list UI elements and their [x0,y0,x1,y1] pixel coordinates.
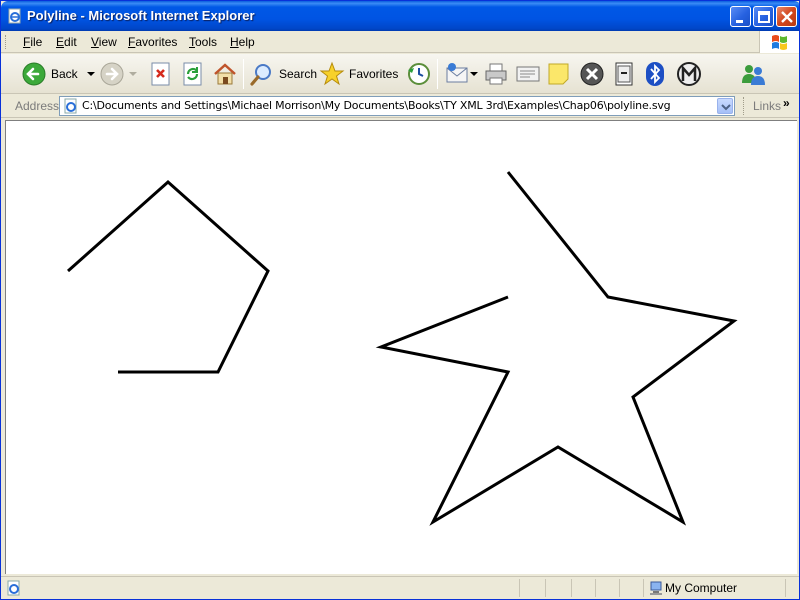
maximize-icon [758,11,770,23]
printer-icon [485,63,507,85]
standard-toolbar: Back Search Favorites [1,54,799,94]
research-button[interactable] [613,57,635,91]
edit-document-icon [516,66,540,82]
favorites-button[interactable]: Favorites [319,57,398,91]
menu-tools[interactable]: Tools [189,35,217,49]
mm-logo-icon [677,62,701,86]
toolbar-separator-2 [437,59,438,89]
title-bar[interactable]: Polyline - Microsoft Internet Explorer [1,1,799,31]
chevron-down-icon [721,104,731,111]
print-button[interactable] [483,57,509,91]
search-icon [250,64,271,86]
document-list-icon [615,62,633,86]
star-polyline [375,171,738,526]
refresh-button[interactable] [181,57,205,91]
windows-logo [759,31,799,53]
forward-button[interactable] [99,57,139,91]
favorites-star-icon [319,61,345,86]
browser-window: Polyline - Microsoft Internet Explorer F… [0,0,800,600]
window-title: Polyline - Microsoft Internet Explorer [27,8,255,23]
mail-button[interactable] [445,57,479,91]
stop-icon [151,62,170,86]
status-cell [545,579,546,597]
search-label: Search [279,67,318,81]
messenger-button[interactable] [739,57,767,91]
status-cell [619,579,620,597]
menu-view[interactable]: View [91,35,117,49]
maximize-button[interactable] [753,6,774,27]
status-cell [595,579,596,597]
forward-dropdown-icon[interactable] [127,69,139,79]
search-button[interactable]: Search [249,57,317,91]
discuss-button[interactable] [547,57,571,91]
menu-favorites[interactable]: Favorites [128,35,177,49]
svg-canvas [67,171,738,526]
forward-arrow-icon [100,62,124,86]
messenger-people-icon [742,65,765,85]
stop-button[interactable] [149,57,173,91]
toolbar-separator [243,59,244,89]
status-bar: My Computer [1,576,799,599]
menu-bar: File Edit View Favorites Tools Help [1,31,799,53]
address-input[interactable]: C:\Documents and Settings\Michael Morris… [59,96,735,116]
home-icon [214,63,236,85]
close-icon [781,11,793,23]
pentagon-polyline [67,179,270,374]
ie-page-icon [8,8,21,24]
address-dropdown-button[interactable] [717,98,733,114]
menu-file[interactable]: File [23,35,42,49]
sticky-note-icon [548,63,569,85]
history-button[interactable] [405,57,431,91]
minimize-button[interactable] [730,6,751,27]
address-bar: Address C:\Documents and Settings\Michae… [1,94,799,118]
x-circle-icon [580,62,604,86]
back-button[interactable]: Back [21,57,98,91]
menu-help[interactable]: Help [230,35,255,49]
refresh-icon [183,62,202,86]
minimize-icon [736,20,743,23]
my-computer-icon [650,581,662,595]
links-grip[interactable] [743,97,746,115]
home-button[interactable] [212,57,238,91]
ie-page-icon [64,98,77,114]
page-content [5,120,797,574]
messenger-close-button[interactable] [579,57,605,91]
page-status-icon [7,580,20,596]
bluetooth-icon [646,62,664,86]
status-cell [643,579,644,597]
links-label[interactable]: Links [753,99,781,113]
mail-envelope-icon [446,63,468,83]
close-button[interactable] [776,6,797,27]
mm-button[interactable] [675,57,703,91]
resize-grip[interactable] [785,579,786,597]
address-value: C:\Documents and Settings\Michael Morris… [82,99,671,112]
menu-grip[interactable] [5,35,8,49]
windows-flag-icon [772,35,787,50]
bluetooth-button[interactable] [643,57,667,91]
address-label: Address [15,99,60,113]
back-dropdown-icon[interactable] [84,69,98,79]
back-arrow-icon [22,62,46,86]
chevron-right-icon[interactable]: » [783,96,790,110]
edit-button[interactable] [515,57,541,91]
menu-edit[interactable]: Edit [56,35,77,49]
back-label: Back [51,67,78,81]
status-cell [571,579,572,597]
security-zone-label: My Computer [665,581,738,595]
favorites-label: Favorites [349,67,399,81]
mail-dropdown-icon[interactable] [469,69,479,79]
status-cell [519,579,520,597]
history-icon [408,63,430,85]
